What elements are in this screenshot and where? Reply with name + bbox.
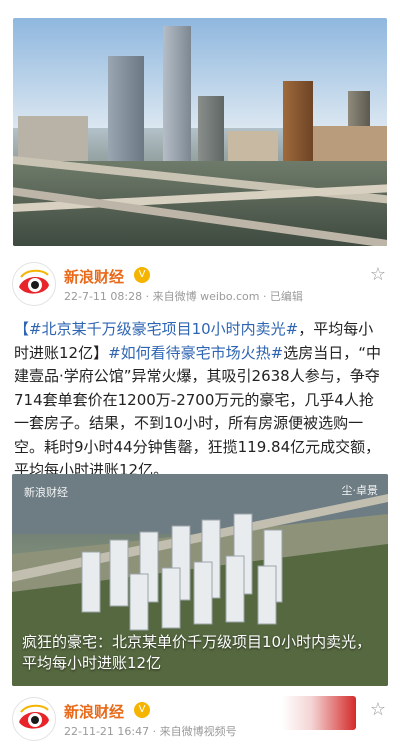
sina-eye-logo-icon: [14, 264, 54, 304]
author-name[interactable]: 新浪财经: [64, 266, 124, 287]
tower: [163, 26, 191, 176]
post-header: 新浪财经 V 22-7-11 08:28 · 来自微博 weibo.com · …: [12, 262, 388, 310]
video-corner-tag: 尘·卓景: [341, 484, 379, 497]
post-meta: 22-11-21 16:47 · 来自微博视频号: [64, 725, 237, 738]
author-name[interactable]: 新浪财经: [64, 701, 124, 722]
video-caption: 疯狂的豪宅：北京某单价千万级项目10小时内卖光，平均每小时进账12亿: [22, 633, 372, 672]
sina-eye-logo-icon: [14, 699, 54, 739]
gold-v-badge-icon: V: [134, 267, 150, 283]
cbd-skyline-photo[interactable]: [13, 18, 387, 246]
topic-link[interactable]: #如何看待豪宅市场火热#: [108, 344, 283, 362]
tower: [108, 56, 144, 176]
star-outline-icon[interactable]: ☆: [370, 699, 386, 720]
text-segment: 选房当日，“中建壹品·学府公馆”异常火爆，其吸引2638人参与，争夺714套单套…: [14, 343, 382, 480]
video-card[interactable]: 新浪财经 尘·卓景 疯狂的豪宅：北京某单价千万级项目10小时内卖光，平均每小时进…: [12, 474, 388, 686]
post-meta: 22-7-11 08:28 · 来自微博 weibo.com · 已编辑: [64, 290, 303, 303]
gold-v-badge-icon: V: [134, 702, 150, 718]
star-outline-icon[interactable]: ☆: [370, 264, 386, 285]
promo-thumbnail[interactable]: [282, 696, 356, 730]
topic-link[interactable]: 【#北京某千万级豪宅项目10小时内卖光#: [14, 320, 298, 338]
post-text: 【#北京某千万级豪宅项目10小时内卖光#，平均每小时进账12亿】#如何看待豪宅市…: [14, 318, 388, 483]
author-avatar[interactable]: [12, 262, 56, 306]
author-avatar[interactable]: [12, 697, 56, 741]
video-watermark: 新浪财经: [24, 486, 68, 499]
